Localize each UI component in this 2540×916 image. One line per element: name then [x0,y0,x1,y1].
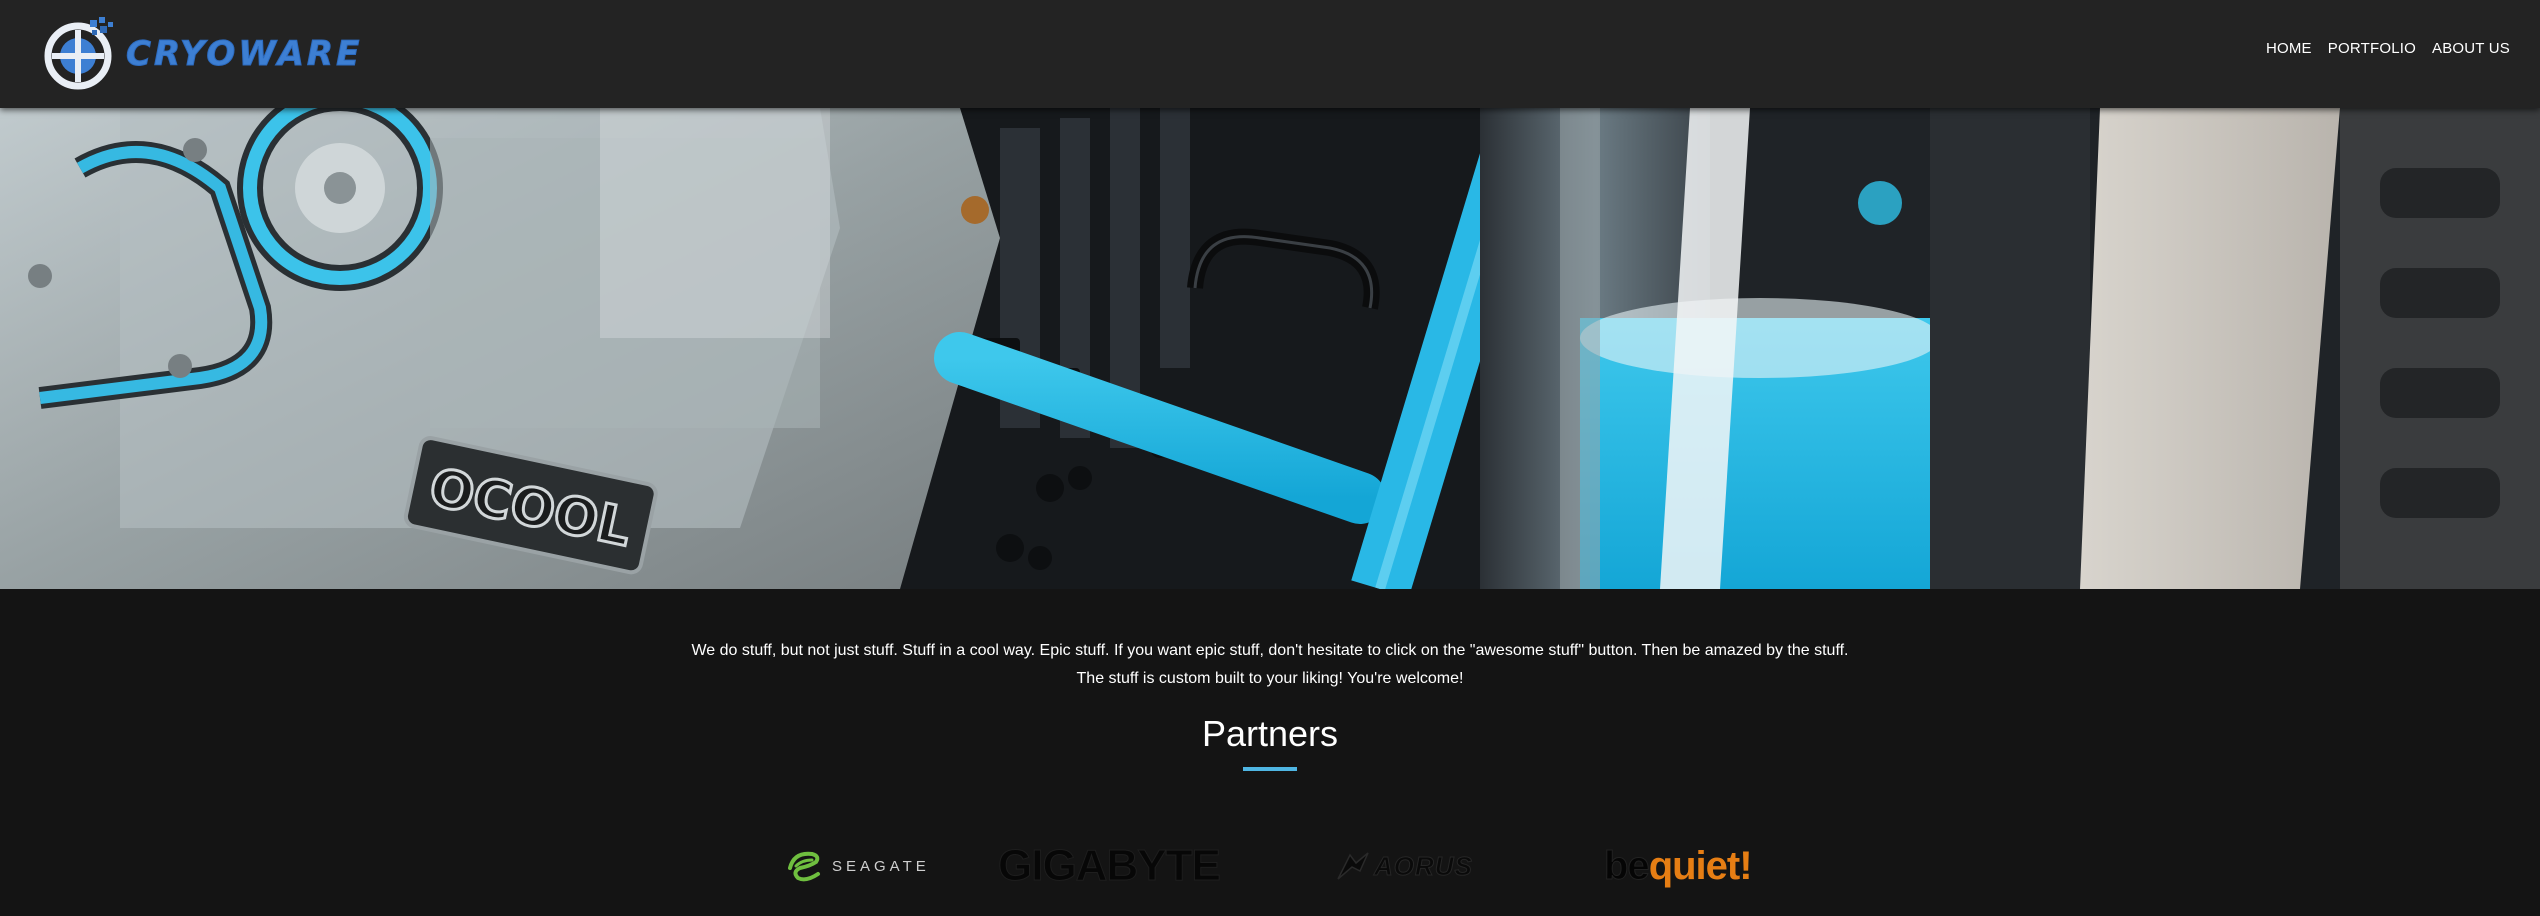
partner-logo-bequiet[interactable]: be quiet! [1604,841,1753,891]
hero-banner: OCOOL [0,108,2540,589]
intro-text: We do stuff, but not just stuff. Stuff i… [691,642,1849,687]
title-underline [1243,767,1297,771]
bequiet-logo-quiet: quiet! [1648,843,1753,888]
hero-image: OCOOL [0,108,2540,589]
brand-logo[interactable]: CRYOWARE [40,14,362,94]
main-nav: HOME PORTFOLIO ABOUT US [2266,40,2510,57]
site-header: CRYOWARE HOME PORTFOLIO ABOUT US [0,0,2540,108]
nav-portfolio[interactable]: PORTFOLIO [2328,40,2416,57]
nav-about-us[interactable]: ABOUT US [2432,40,2510,57]
bequiet-logo-be: be [1604,843,1651,888]
partner-logo-seagate[interactable]: SEAGATE [784,841,930,891]
cryoware-logo-icon [44,17,113,90]
aorus-logo-text: AORUS [1374,850,1473,881]
partner-logo-gigabyte[interactable]: GIGABYTE [998,841,1222,891]
aorus-eagle-icon [1337,852,1369,880]
partners-title: Partners [1201,713,1339,754]
partner-logo-aorus[interactable]: AORUS [1336,841,1473,891]
seagate-swirl-icon [788,851,820,882]
brand-name: CRYOWARE [125,34,363,75]
content-section: We do stuff, but not just stuff. Stuff i… [0,589,2540,916]
gigabyte-logo-text: GIGABYTE [998,841,1222,891]
seagate-logo-text: SEAGATE [832,857,930,875]
nav-home[interactable]: HOME [2266,40,2312,57]
